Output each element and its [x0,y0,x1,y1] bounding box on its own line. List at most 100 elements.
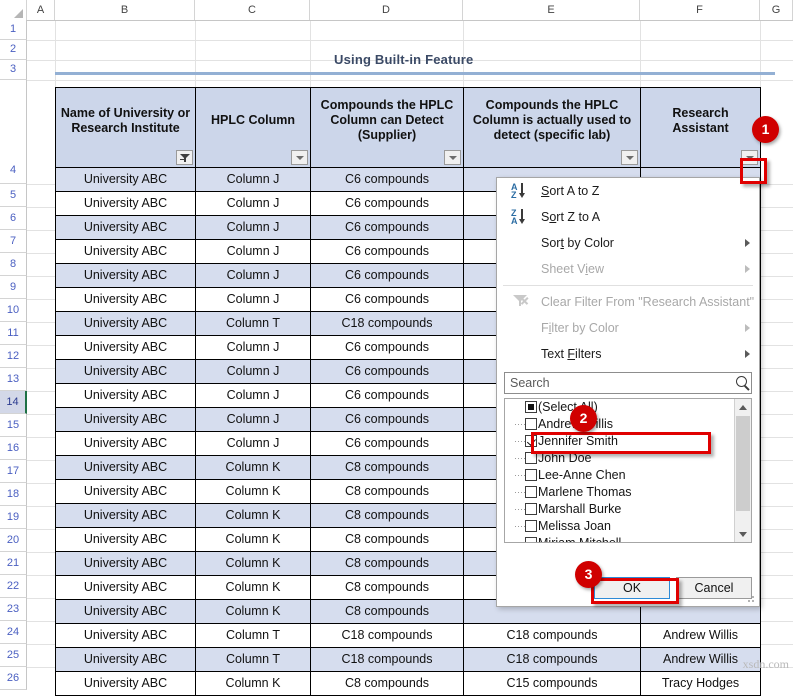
cancel-button[interactable]: Cancel [676,577,752,599]
table-cell[interactable]: University ABC [55,479,196,504]
row-header-19[interactable]: 19 [0,506,27,529]
row-header-18[interactable]: 18 [0,483,27,506]
table-cell[interactable]: C8 compounds [310,551,464,576]
table-cell[interactable]: C18 compounds [310,647,464,672]
table-cell[interactable]: Column J [195,407,311,432]
menu-item-sort-z-to-a[interactable]: ZA Sort Z to A [497,204,759,230]
column-header-c[interactable]: C [195,0,310,20]
resize-grip[interactable] [748,596,755,603]
table-cell[interactable]: C6 compounds [310,383,464,408]
header-cell-university[interactable]: Name of University or Research Institute [55,87,196,168]
column-header-g[interactable]: G [760,0,793,20]
table-cell[interactable]: Column K [195,599,311,624]
table-cell[interactable]: C6 compounds [310,215,464,240]
filter-list-item[interactable]: Marshall Burke [505,501,751,518]
table-cell[interactable]: University ABC [55,239,196,264]
table-row[interactable]: University ABC Column T C18 compounds C18 c… [55,647,761,672]
row-header-25[interactable]: 25 [0,644,27,667]
filter-list-item[interactable]: Andrew Willis [505,416,751,433]
table-cell[interactable]: University ABC [55,623,196,648]
table-cell[interactable]: Column K [195,551,311,576]
row-header-13[interactable]: 13 [0,368,27,391]
row-header-10[interactable]: 10 [0,299,27,322]
table-cell[interactable]: Column J [195,335,311,360]
table-cell[interactable]: University ABC [55,551,196,576]
table-cell[interactable]: University ABC [55,599,196,624]
table-cell[interactable]: C8 compounds [310,479,464,504]
header-cell-supplier-detect[interactable]: Compounds the HPLC Column can Detect (Su… [310,87,464,168]
row-header-20[interactable]: 20 [0,529,27,552]
filter-list-item[interactable]: Marlene Thomas [505,484,751,501]
header-cell-research-assistant[interactable]: Research Assistant [640,87,761,168]
table-cell[interactable]: C18 compounds [310,623,464,648]
row-header-9[interactable]: 9 [0,276,27,299]
table-cell[interactable]: C18 compounds [310,311,464,336]
table-cell[interactable]: C6 compounds [310,167,464,192]
table-cell[interactable]: University ABC [55,287,196,312]
table-cell[interactable]: C6 compounds [310,407,464,432]
row-header-24[interactable]: 24 [0,621,27,644]
checkbox-unchecked-icon[interactable] [525,418,537,430]
scroll-down-arrow-icon[interactable] [735,526,751,542]
table-cell[interactable]: University ABC [55,215,196,240]
scroll-up-arrow-icon[interactable] [735,399,751,415]
scrollbar-thumb[interactable] [736,416,750,511]
filter-button-university[interactable] [176,150,193,165]
table-cell[interactable]: Column K [195,671,311,696]
table-cell[interactable]: University ABC [55,455,196,480]
checkbox-unchecked-icon[interactable] [525,503,537,515]
row-header-23[interactable]: 23 [0,598,27,621]
table-cell[interactable]: C6 compounds [310,335,464,360]
checkbox-unchecked-icon[interactable] [525,520,537,532]
checkbox-unchecked-icon[interactable] [525,486,537,498]
table-cell[interactable]: Column T [195,623,311,648]
menu-item-text-filters[interactable]: Text Filters [497,341,759,367]
row-header-5[interactable]: 5 [0,184,27,207]
table-cell[interactable]: C6 compounds [310,239,464,264]
table-cell[interactable]: C8 compounds [310,671,464,696]
filter-button-lab-detect[interactable] [621,150,638,165]
table-cell[interactable]: Column J [195,167,311,192]
search-input[interactable] [504,372,752,394]
table-cell[interactable]: University ABC [55,335,196,360]
filter-button-hplc-column[interactable] [291,150,308,165]
menu-item-sort-by-color[interactable]: Sort by Color [497,230,759,256]
filter-value-list[interactable]: (Select All) Andrew Willis Jennifer Smith J… [504,398,752,543]
table-cell[interactable]: C6 compounds [310,287,464,312]
table-cell[interactable]: University ABC [55,671,196,696]
table-cell[interactable]: C18 compounds [463,623,641,648]
table-cell[interactable]: C6 compounds [310,263,464,288]
table-cell[interactable]: Column K [195,455,311,480]
table-cell[interactable]: Column K [195,503,311,528]
row-header-11[interactable]: 11 [0,322,27,345]
column-header-a[interactable]: A [27,0,55,20]
table-cell[interactable]: University ABC [55,383,196,408]
checkbox-unchecked-icon[interactable] [525,537,537,542]
row-header-8[interactable]: 8 [0,253,27,276]
table-cell[interactable]: University ABC [55,527,196,552]
table-cell[interactable]: Andrew Willis [640,623,761,648]
table-cell[interactable]: Column T [195,311,311,336]
table-cell[interactable]: Column J [195,239,311,264]
filter-button-supplier-detect[interactable] [444,150,461,165]
row-header-17[interactable]: 17 [0,460,27,483]
checkbox-partial-icon[interactable] [525,401,537,413]
row-header-2[interactable]: 2 [0,40,27,60]
table-cell[interactable]: Column K [195,575,311,600]
row-header-15[interactable]: 15 [0,414,27,437]
row-header-1[interactable]: 1 [0,20,27,40]
checkbox-unchecked-icon[interactable] [525,469,537,481]
row-header-12[interactable]: 12 [0,345,27,368]
table-row[interactable]: University ABC Column T C18 compounds C18 c… [55,623,761,648]
table-cell[interactable]: Column K [195,479,311,504]
table-cell[interactable]: C18 compounds [463,647,641,672]
table-cell[interactable]: Column J [195,383,311,408]
table-cell[interactable]: Column T [195,647,311,672]
row-header-6[interactable]: 6 [0,207,27,230]
table-cell[interactable]: C8 compounds [310,575,464,600]
row-header-14[interactable]: 14 [0,391,27,414]
list-scrollbar[interactable] [734,399,751,542]
table-cell[interactable]: University ABC [55,503,196,528]
table-cell[interactable]: Column J [195,287,311,312]
table-cell[interactable]: Column K [195,527,311,552]
